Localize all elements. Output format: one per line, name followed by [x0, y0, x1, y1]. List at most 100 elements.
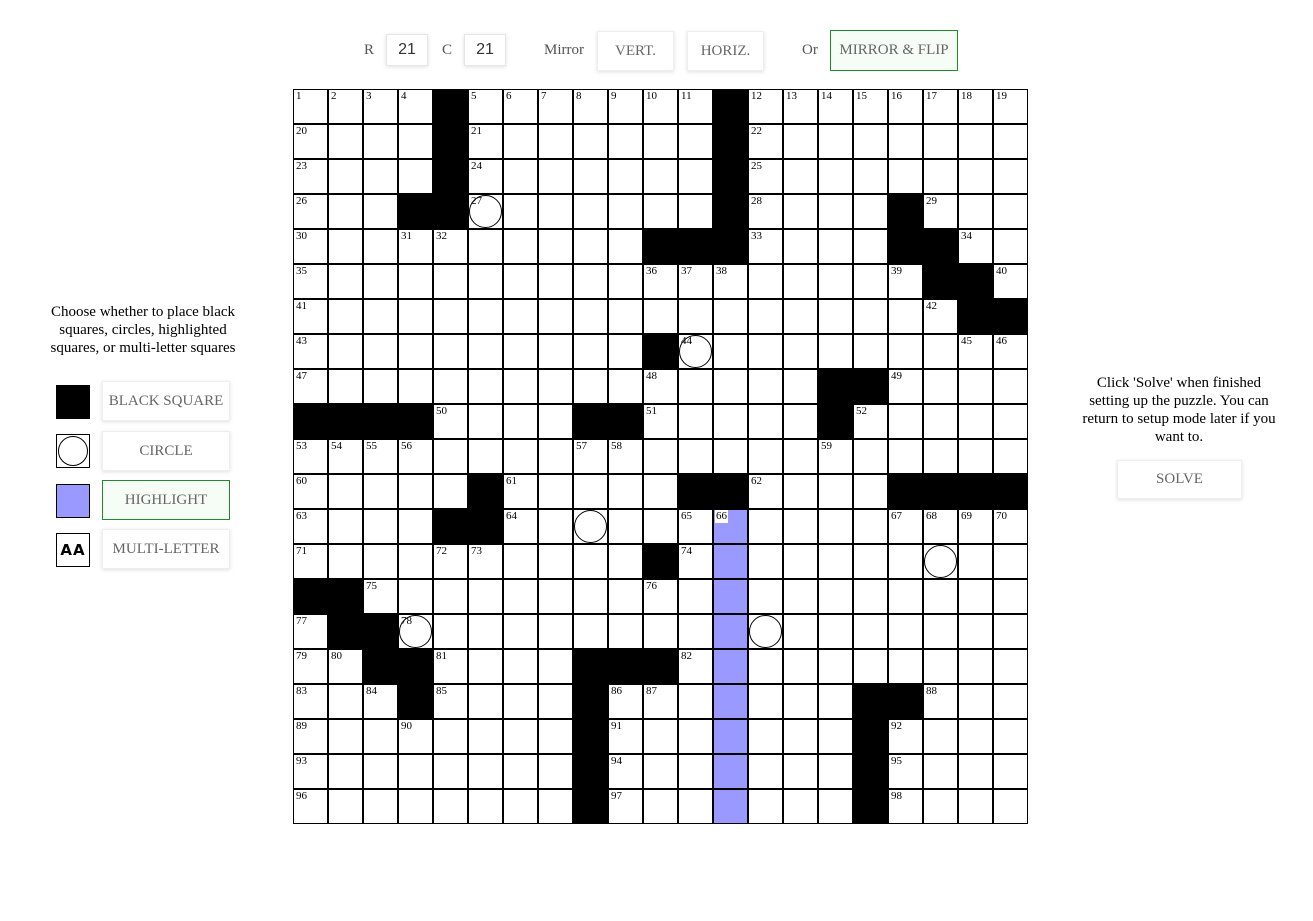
grid-cell[interactable] [853, 684, 888, 719]
grid-cell[interactable] [608, 579, 643, 614]
grid-cell[interactable]: 67 [888, 509, 923, 544]
grid-cell[interactable] [713, 229, 748, 264]
grid-cell[interactable] [888, 649, 923, 684]
grid-cell[interactable] [538, 789, 573, 824]
grid-cell[interactable]: 93 [293, 754, 328, 789]
grid-cell[interactable] [713, 194, 748, 229]
grid-cell[interactable] [363, 719, 398, 754]
grid-cell[interactable]: 49 [888, 369, 923, 404]
grid-cell[interactable] [958, 159, 993, 194]
grid-cell[interactable] [398, 754, 433, 789]
grid-cell[interactable] [643, 299, 678, 334]
grid-cell[interactable] [608, 369, 643, 404]
grid-cell[interactable] [573, 229, 608, 264]
grid-cell[interactable] [678, 229, 713, 264]
grid-cell[interactable] [818, 719, 853, 754]
grid-cell[interactable] [958, 299, 993, 334]
grid-cell[interactable] [538, 369, 573, 404]
grid-cell[interactable] [748, 264, 783, 299]
grid-cell[interactable]: 19 [993, 89, 1028, 124]
grid-cell[interactable] [398, 369, 433, 404]
grid-cell[interactable]: 53 [293, 439, 328, 474]
grid-cell[interactable] [888, 334, 923, 369]
grid-cell[interactable] [398, 159, 433, 194]
grid-cell[interactable] [783, 649, 818, 684]
grid-cell[interactable]: 78 [398, 614, 433, 649]
grid-cell[interactable]: 90 [398, 719, 433, 754]
grid-cell[interactable] [958, 404, 993, 439]
grid-cell[interactable]: 68 [923, 509, 958, 544]
grid-cell[interactable] [328, 719, 363, 754]
grid-cell[interactable] [398, 299, 433, 334]
grid-cell[interactable] [608, 509, 643, 544]
grid-cell[interactable] [783, 229, 818, 264]
black-square-button[interactable]: BLACK SQUARE [102, 381, 230, 421]
grid-cell[interactable] [573, 194, 608, 229]
grid-cell[interactable] [328, 124, 363, 159]
grid-cell[interactable]: 97 [608, 789, 643, 824]
grid-cell[interactable] [713, 579, 748, 614]
grid-cell[interactable] [993, 789, 1028, 824]
grid-cell[interactable]: 62 [748, 474, 783, 509]
grid-cell[interactable]: 59 [818, 439, 853, 474]
grid-cell[interactable] [713, 649, 748, 684]
grid-cell[interactable] [993, 194, 1028, 229]
grid-cell[interactable]: 42 [923, 299, 958, 334]
grid-cell[interactable]: 70 [993, 509, 1028, 544]
grid-cell[interactable]: 66 [713, 509, 748, 544]
grid-cell[interactable]: 14 [818, 89, 853, 124]
grid-cell[interactable] [888, 474, 923, 509]
grid-cell[interactable] [643, 334, 678, 369]
grid-cell[interactable] [678, 614, 713, 649]
grid-cell[interactable] [958, 754, 993, 789]
grid-cell[interactable] [888, 404, 923, 439]
grid-cell[interactable] [468, 334, 503, 369]
grid-cell[interactable]: 87 [643, 684, 678, 719]
grid-cell[interactable] [748, 789, 783, 824]
grid-cell[interactable] [433, 614, 468, 649]
grid-cell[interactable]: 21 [468, 124, 503, 159]
grid-cell[interactable]: 52 [853, 404, 888, 439]
grid-cell[interactable] [783, 614, 818, 649]
multi-letter-button[interactable]: MULTI-LETTER [102, 529, 230, 569]
grid-cell[interactable]: 33 [748, 229, 783, 264]
grid-cell[interactable] [433, 509, 468, 544]
grid-cell[interactable] [363, 299, 398, 334]
grid-cell[interactable] [818, 229, 853, 264]
grid-cell[interactable] [468, 369, 503, 404]
grid-cell[interactable] [853, 299, 888, 334]
grid-cell[interactable] [923, 159, 958, 194]
grid-cell[interactable]: 2 [328, 89, 363, 124]
grid-cell[interactable] [993, 579, 1028, 614]
grid-cell[interactable] [363, 474, 398, 509]
grid-cell[interactable]: 32 [433, 229, 468, 264]
grid-cell[interactable] [643, 544, 678, 579]
grid-cell[interactable] [748, 579, 783, 614]
grid-cell[interactable] [993, 754, 1028, 789]
grid-cell[interactable] [503, 579, 538, 614]
grid-cell[interactable] [573, 334, 608, 369]
grid-cell[interactable] [993, 404, 1028, 439]
grid-cell[interactable]: 46 [993, 334, 1028, 369]
grid-cell[interactable]: 54 [328, 439, 363, 474]
grid-cell[interactable] [923, 649, 958, 684]
grid-cell[interactable] [888, 159, 923, 194]
grid-cell[interactable] [328, 369, 363, 404]
grid-cell[interactable] [468, 439, 503, 474]
grid-cell[interactable] [328, 264, 363, 299]
grid-cell[interactable] [958, 194, 993, 229]
grid-cell[interactable] [818, 544, 853, 579]
grid-cell[interactable] [503, 439, 538, 474]
grid-cell[interactable] [818, 404, 853, 439]
grid-cell[interactable] [608, 229, 643, 264]
grid-cell[interactable] [853, 369, 888, 404]
grid-cell[interactable] [993, 719, 1028, 754]
grid-cell[interactable]: 24 [468, 159, 503, 194]
grid-cell[interactable] [573, 369, 608, 404]
grid-cell[interactable] [538, 649, 573, 684]
grid-cell[interactable] [993, 124, 1028, 159]
grid-cell[interactable] [853, 229, 888, 264]
grid-cell[interactable] [538, 754, 573, 789]
grid-cell[interactable]: 72 [433, 544, 468, 579]
grid-cell[interactable] [538, 124, 573, 159]
